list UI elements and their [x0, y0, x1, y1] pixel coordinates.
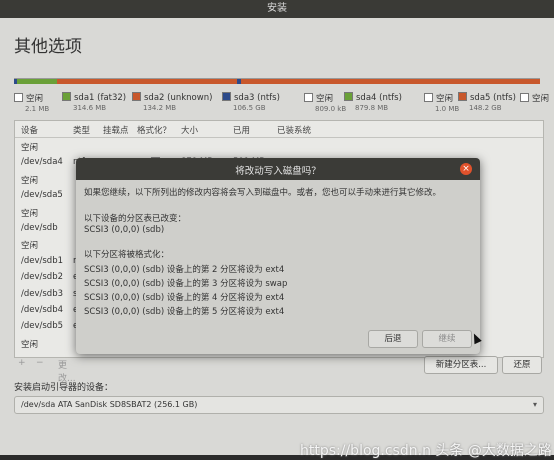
header-format: 格式化？	[137, 126, 172, 136]
legend-name: 空闲	[26, 94, 44, 104]
chevron-down-icon: ▾	[532, 400, 537, 409]
legend-item: 空闲 2.1 MB	[14, 92, 49, 113]
remove-partition-button[interactable]: −	[36, 358, 44, 368]
legend-swatch	[424, 93, 433, 102]
legend-swatch	[132, 92, 141, 101]
legend-size: 148.2 GB	[469, 104, 502, 112]
page-title: 其他选项	[14, 37, 82, 57]
boot-device-value: /dev/sda ATA SanDisk SD8SBAT2 (256.1 GB)	[21, 400, 198, 409]
new-partition-table-button[interactable]: 新建分区表...	[424, 356, 498, 374]
dialog-format-item: SCSI3 (0,0,0) (sdb) 设备上的第 4 分区将设为 ext4	[84, 293, 285, 303]
legend-swatch	[344, 92, 353, 101]
legend-name: sda4 (ntfs)	[356, 93, 402, 103]
boot-device-label: 安装启动引导器的设备：	[14, 383, 114, 393]
row-device: /dev/sdb4	[21, 305, 64, 315]
legend-swatch	[520, 93, 529, 102]
legend-name: 空闲	[436, 94, 454, 104]
continue-button[interactable]: 继续	[422, 330, 472, 348]
legend-size: 1.0 MB	[435, 105, 460, 113]
row-device: /dev/sdb5	[21, 321, 64, 332]
legend-swatch	[14, 93, 23, 102]
legend-item: sda5 (ntfs) 148.2 GB	[458, 92, 516, 112]
revert-button[interactable]: 还原	[502, 356, 542, 374]
legend-item: sda1 (fat32) 314.6 MB	[62, 92, 126, 112]
row-device: /dev/sda5	[21, 190, 63, 201]
row-device: /dev/sdb1	[21, 255, 64, 266]
legend-item: sda3 (ntfs) 106.5 GB	[222, 92, 280, 112]
legend-item: 空闲	[520, 92, 549, 105]
legend-item: 空闲 809.0 kB	[304, 92, 346, 113]
row-device: /dev/sdb3	[21, 288, 64, 299]
partition-legend: 空闲 2.1 MB sda1 (fat32) 314.6 MB sda2 (unknow…	[14, 92, 549, 116]
dialog-header: 将改动写入磁盘吗？ ×	[76, 158, 480, 180]
partition-bar	[14, 78, 541, 84]
legend-size: 314.6 MB	[73, 104, 107, 112]
legend-size: 879.8 MB	[355, 104, 389, 112]
dialog-format-heading: 以下分区将被格式化：	[84, 250, 170, 260]
close-icon[interactable]: ×	[460, 163, 472, 175]
boot-device-select[interactable]: /dev/sda ATA SanDisk SD8SBAT2 (256.1 GB)…	[14, 396, 544, 414]
legend-swatch	[62, 92, 71, 101]
add-partition-button[interactable]: +	[18, 358, 26, 368]
table-header: 设备 类型 挂载点 格式化？ 大小 已用 已装系统	[15, 121, 543, 138]
legend-size: 134.2 MB	[143, 104, 177, 112]
legend-swatch	[304, 93, 313, 102]
header-installed-os: 已装系统	[277, 126, 312, 136]
window-titlebar: 安装	[0, 0, 554, 18]
legend-name: 空闲	[316, 94, 334, 104]
row-device: 空闲	[21, 208, 39, 219]
header-size: 大小	[181, 126, 199, 136]
partition-bar-segment	[56, 79, 237, 84]
header-used: 已用	[233, 126, 251, 136]
row-device: /dev/sdb	[21, 223, 58, 233]
dialog-format-item: SCSI3 (0,0,0) (sdb) 设备上的第 5 分区将设为 ext4	[84, 307, 285, 317]
legend-item: sda2 (unknown) 134.2 MB	[132, 92, 212, 112]
dialog-changed-heading: 以下设备的分区表已改变：	[84, 214, 187, 224]
confirm-dialog: 将改动写入磁盘吗？ × 如果您继续，以下所列出的修改内容将会写入到磁盘中。或者，…	[76, 158, 480, 354]
legend-name: 空闲	[532, 94, 550, 104]
back-button[interactable]: 后退	[368, 330, 418, 348]
window-title: 安装	[267, 3, 287, 14]
row-device: /dev/sdb2	[21, 272, 64, 283]
legend-swatch	[458, 92, 467, 101]
row-device: /dev/sda4	[21, 157, 63, 168]
legend-swatch	[222, 92, 231, 101]
dialog-changed-device: SCSI3 (0,0,0) (sdb)	[84, 225, 165, 235]
header-device: 设备	[21, 126, 39, 136]
legend-item: 空闲 1.0 MB	[424, 92, 459, 113]
legend-item: sda4 (ntfs) 879.8 MB	[344, 92, 402, 112]
legend-size: 106.5 GB	[233, 104, 266, 112]
legend-size: 2.1 MB	[25, 105, 50, 113]
row-device: 空闲	[21, 241, 39, 252]
watermark: https://blog.csdn.n 头条 @大数据之路	[300, 443, 552, 459]
legend-name: sda1 (fat32)	[74, 93, 127, 103]
table-row[interactable]: 空闲	[15, 138, 543, 154]
row-device: 空闲	[21, 175, 39, 186]
partition-bar-segment	[17, 79, 57, 84]
header-type: 类型	[73, 126, 91, 136]
legend-size: 809.0 kB	[315, 105, 347, 113]
legend-name: sda5 (ntfs)	[470, 93, 516, 103]
partition-bar-segment	[240, 79, 541, 84]
row-device: 空闲	[21, 339, 39, 350]
legend-name: sda2 (unknown)	[144, 93, 213, 103]
dialog-intro: 如果您继续，以下所列出的修改内容将会写入到磁盘中。或者，您也可以手动来进行其它修…	[84, 188, 442, 198]
dialog-format-item: SCSI3 (0,0,0) (sdb) 设备上的第 3 分区将设为 swap	[84, 279, 288, 289]
legend-name: sda3 (ntfs)	[234, 93, 280, 103]
header-mount: 挂载点	[103, 126, 129, 136]
row-device: 空闲	[21, 143, 39, 153]
dialog-title: 将改动写入磁盘吗？	[235, 166, 321, 177]
dialog-format-item: SCSI3 (0,0,0) (sdb) 设备上的第 2 分区将设为 ext4	[84, 265, 285, 275]
